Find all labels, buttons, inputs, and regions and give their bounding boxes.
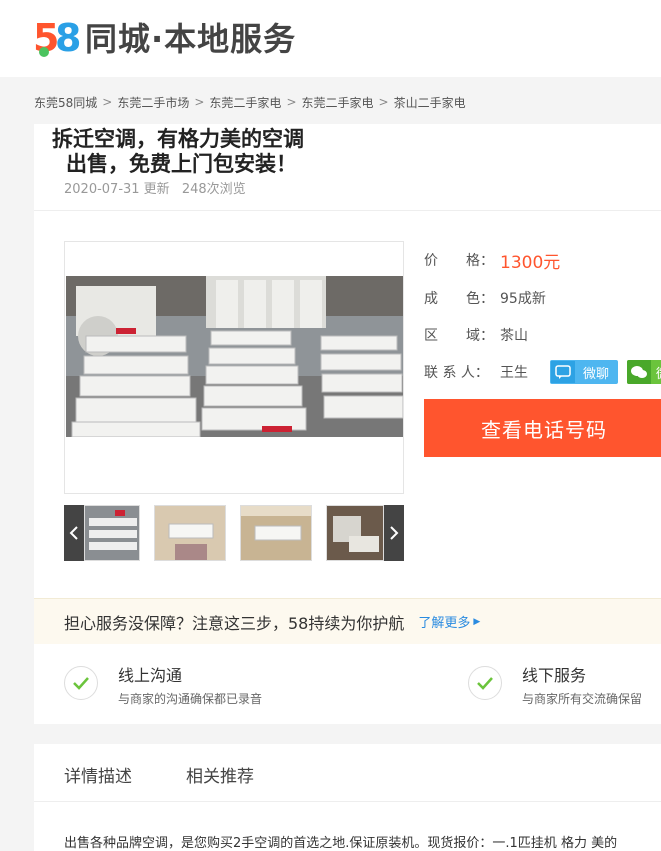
- thumbnail-prev-arrow[interactable]: [64, 505, 84, 561]
- area-row: 区 域： 茶山: [424, 324, 528, 346]
- thumbnail-strip: [64, 505, 404, 563]
- thumbnail[interactable]: [154, 505, 226, 561]
- thumbnail-next-arrow[interactable]: [384, 505, 404, 561]
- listing-title-line1: 拆迁空调，有格力美的空调: [52, 127, 304, 151]
- thumbnail-image: [85, 506, 139, 560]
- chevron-right-icon: [390, 526, 399, 540]
- main-photo[interactable]: [66, 276, 403, 437]
- condition-row: 成 色： 95成新: [424, 287, 546, 309]
- listing-title: 拆迁空调，有格力美的空调 出售，免费上门包安装！: [52, 127, 372, 177]
- chevron-left-icon: [69, 526, 78, 540]
- step-desc: 与商家的沟通确保都已录音: [118, 692, 263, 706]
- chat-button-label: 微聊: [583, 366, 610, 382]
- contact-label: 联 系 人：: [424, 365, 489, 381]
- listing-title-line2: 出售，免费上门包安装！: [66, 152, 297, 176]
- chat-button[interactable]: 微聊: [550, 360, 619, 384]
- breadcrumb-item[interactable]: 东莞58同城: [34, 94, 97, 111]
- area-value: 茶山: [500, 328, 528, 344]
- wechat-official-account-icon: [535, 812, 555, 832]
- breadcrumb-separator: >: [102, 95, 113, 109]
- condition-label: 成 色：: [424, 291, 494, 307]
- logo-mark: 5 8: [33, 16, 82, 60]
- header: 5 8 同城·本地服务: [0, 0, 661, 77]
- listing-main: 价 格： 1300元 成 色： 95成新 区 域： 茶山 联 系 人： 王生 微…: [34, 210, 661, 598]
- chat-bubble-icon: [551, 361, 575, 383]
- checkmark-icon: [468, 666, 502, 700]
- thumbnail-image: [327, 506, 383, 560]
- photo-viewer: [64, 241, 404, 494]
- site-logo[interactable]: 5 8 同城·本地服务: [33, 16, 297, 60]
- step-title: 线上沟通: [118, 666, 183, 685]
- description-text: 出售各种品牌空调，是您购买2手空调的首选之地.保证原装机。现货报价：一.1匹挂机…: [64, 836, 618, 851]
- breadcrumb-item[interactable]: 茶山二手家电: [394, 94, 466, 111]
- listing-header: 拆迁空调，有格力美的空调 出售，免费上门包安装！ 2020-07-31 更新 2…: [34, 124, 661, 210]
- breadcrumb: 东莞58同城 > 东莞二手市场 > 东莞二手家电 > 东莞二手家电 > 茶山二手…: [34, 92, 466, 112]
- guarantee-banner: 担心服务没保障？注意这三步，58持续为你护航 了解更多 ▶: [34, 598, 661, 644]
- air-conditioners-photo: [66, 276, 403, 437]
- breadcrumb-separator: >: [378, 95, 389, 109]
- page: 5 8 同城·本地服务 东莞58同城 > 东莞二手市场 > 东莞二手家电 > 东…: [0, 0, 661, 851]
- wechat-icon: [627, 360, 652, 384]
- logo-text: 同城·本地服务: [85, 20, 297, 58]
- step-desc: 与商家所有交流确保留: [522, 692, 643, 706]
- breadcrumb-item[interactable]: 东莞二手家电: [302, 94, 374, 111]
- breadcrumb-separator: >: [194, 95, 205, 109]
- watermark: 创业商机: [535, 810, 625, 834]
- tab-details[interactable]: 详情描述: [64, 762, 132, 787]
- area-label: 区 域：: [424, 328, 494, 344]
- learn-more-link[interactable]: 了解更多 ▶: [418, 612, 480, 631]
- breadcrumb-item[interactable]: 东莞二手市场: [117, 94, 189, 111]
- watermark-text: 创业商机: [561, 814, 626, 833]
- thumbnail[interactable]: [240, 505, 312, 561]
- caret-right-icon: ▶: [473, 616, 481, 627]
- tab-recommendations[interactable]: 相关推荐: [186, 762, 254, 787]
- updated-date: 2020-07-31 更新: [64, 182, 170, 197]
- logo-digit-8: 8: [55, 16, 82, 60]
- learn-more-label: 了解更多: [418, 616, 471, 631]
- detail-tabs: 详情描述 相关推荐: [34, 744, 661, 802]
- breadcrumb-separator: >: [286, 95, 297, 109]
- guarantee-steps: 线上沟通 与商家的沟通确保都已录音 线下服务 与商家所有交流确保留: [34, 644, 661, 724]
- view-count: 248次浏览: [181, 182, 246, 197]
- thumbnail[interactable]: [84, 505, 140, 561]
- breadcrumb-item[interactable]: 东莞二手家电: [209, 94, 281, 111]
- condition-value: 95成新: [500, 291, 546, 307]
- logo-dot: [39, 47, 49, 57]
- contact-name: 王生: [500, 365, 528, 381]
- contact-row: 联 系 人： 王生 微聊 微信: [424, 360, 661, 384]
- thumbnail-image: [241, 506, 311, 560]
- wechat-button-label: 微信: [651, 363, 661, 382]
- price-value: 1300元: [500, 252, 561, 273]
- thumbnail-image: [155, 506, 225, 560]
- wechat-button[interactable]: 微信: [627, 360, 661, 384]
- listing-meta: 2020-07-31 更新 248次浏览: [64, 178, 246, 197]
- step-title: 线下服务: [522, 666, 587, 685]
- guarantee-text: 担心服务没保障？注意这三步，58持续为你护航: [64, 613, 405, 633]
- thumbnail[interactable]: [326, 505, 384, 561]
- view-phone-button[interactable]: 查看电话号码: [424, 399, 661, 457]
- price-label: 价 格：: [424, 253, 494, 269]
- price-row: 价 格： 1300元: [424, 249, 561, 273]
- checkmark-icon: [64, 666, 98, 700]
